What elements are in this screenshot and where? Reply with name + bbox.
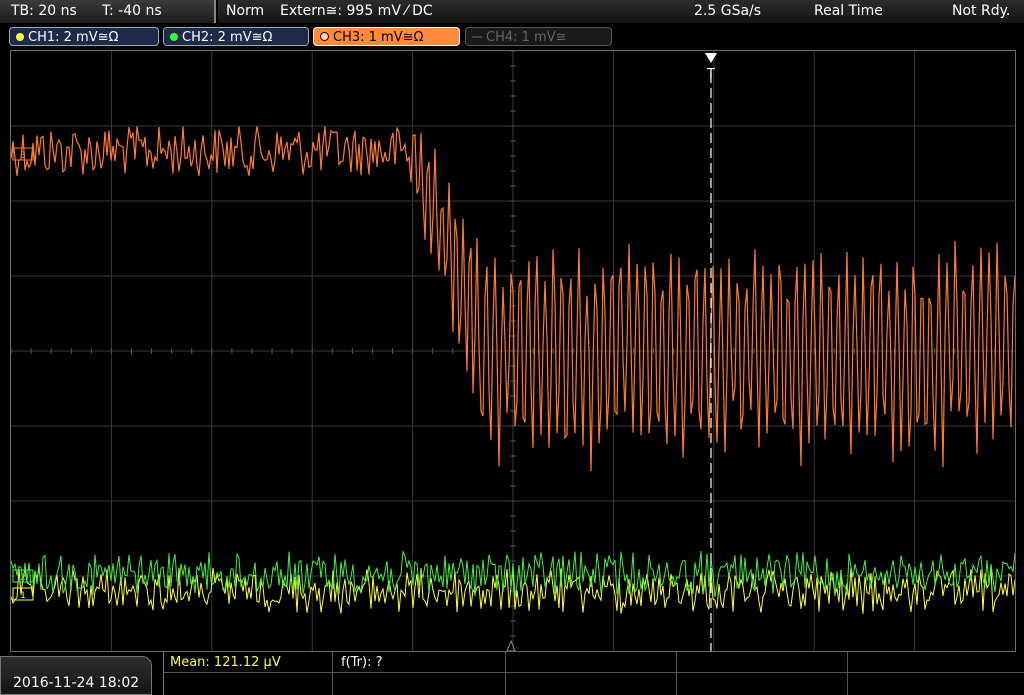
measurement-divider [164,672,1024,673]
ch2-indicator-icon [170,33,178,41]
ch4-label: CH4: 1 mV≅ [486,30,567,45]
mean-measurement: Mean: 121.12 µV [170,655,281,670]
ch1-indicator-icon [16,33,24,41]
trigger-marker-label: T [706,67,715,82]
ch3-indicator-icon [320,32,329,41]
tab-ch1[interactable]: CH1: 2 mV≅Ω [9,27,159,46]
tab-ch2[interactable]: CH2: 2 mV≅Ω [163,27,309,46]
trigger-frequency-measurement: f(Tr): ? [341,655,383,670]
ch3-level-marker-label: 3 [20,151,26,161]
channel-tabs: CH1: 2 mV≅Ω CH2: 2 mV≅Ω CH3: 1 mV≅Ω CH4:… [0,25,1024,49]
status-bar: TB: 20 ns T: -40 ns Norm Extern≅: 995 mV… [0,0,1024,24]
acquisition-mode-label: Real Time [814,3,883,19]
run-status-label: Not Rdy. [952,3,1011,19]
acquisition-status-panel[interactable]: Norm Extern≅: 995 mV ⁄ DC 2.5 GSa/s Real… [218,0,1024,23]
measurement-divider [505,652,506,695]
ch1-label: CH1: 2 mV≅Ω [28,30,119,45]
trigger-time-label: T: -40 ns [102,3,162,19]
waveform-canvas[interactable]: T 3 2 1 [11,51,1015,651]
datetime-label: 2016-11-24 18:02 [13,675,140,691]
trigger-mode-label: Norm [226,3,265,19]
trigger-marker-icon [705,53,717,63]
horizontal-position-icon [506,639,516,651]
measurement-divider [847,652,848,695]
sample-rate-label: 2.5 GSa/s [694,3,762,19]
ch2-level-marker-label: 2 [20,573,26,583]
tab-ch3[interactable]: CH3: 1 mV≅Ω [313,27,460,46]
measurement-panel[interactable]: Mean: 121.12 µV f(Tr): ? [163,652,1024,695]
waveform-display[interactable]: T 3 2 1 [10,50,1016,652]
ch2-label: CH2: 2 mV≅Ω [182,30,273,45]
tab-ch4[interactable]: CH4: 1 mV≅ [465,27,612,46]
measurement-divider [676,652,677,695]
timebase-label: TB: 20 ns [11,3,77,19]
trigger-source-label: Extern≅: 995 mV ⁄ DC [280,3,433,19]
measurement-divider [332,652,333,695]
timebase-panel[interactable]: TB: 20 ns T: -40 ns [0,0,216,23]
datetime-panel[interactable]: 2016-11-24 18:02 [0,656,152,695]
footer-bar: 2016-11-24 18:02 Mean: 121.12 µV f(Tr): … [0,652,1024,695]
ch4-indicator-icon [472,36,482,38]
ch3-label: CH3: 1 mV≅Ω [333,30,424,45]
ch1-level-marker-label: 1 [20,591,26,601]
